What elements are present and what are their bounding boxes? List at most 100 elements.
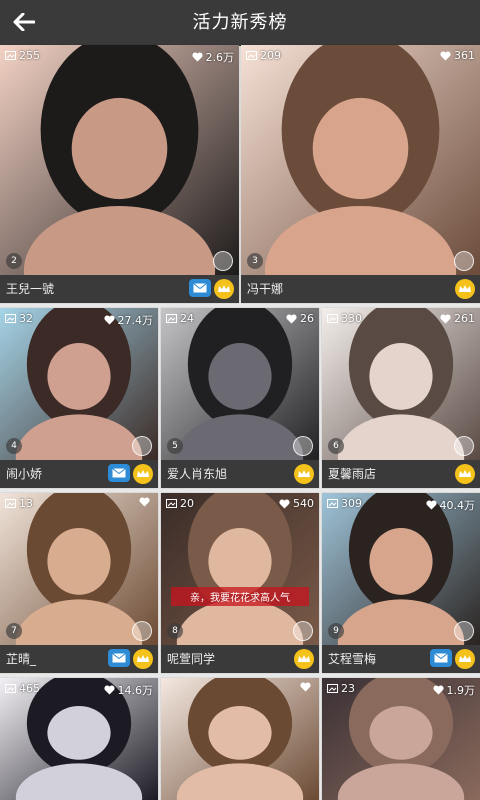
photo-count: 465 [5,682,40,695]
profile-photo [161,493,319,645]
photo-count-value: 309 [341,497,362,510]
profile-caption: 呢萱同学 [161,645,319,673]
profile-caption: 艾程雪梅 [322,645,480,673]
like-count-value: 14.6万 [117,684,154,697]
mail-icon[interactable] [189,279,211,297]
profile-card[interactable] [161,678,319,800]
photo-count: 309 [327,497,362,510]
like-count-value: 26 [300,312,314,325]
vip-crown-icon[interactable] [294,464,314,484]
profile-name: 王兒一號 [6,282,55,296]
profile-card[interactable]: 309 40.4万 9 艾程雪梅 [322,493,480,673]
crown-icon [293,621,313,641]
photo-count: 24 [166,312,194,325]
like-count [139,497,153,507]
crown-icon [454,436,474,456]
crown-icon [213,251,233,271]
heart-icon [103,315,115,325]
album-icon [166,499,177,508]
profile-card[interactable]: 209 361 3 冯干娜 [241,45,480,303]
photo-count: 209 [246,49,281,62]
profile-name: 艾程雪梅 [328,652,377,666]
album-icon [5,314,16,323]
page-title: 活力新秀榜 [192,12,288,33]
profile-caption: 闹小娇 [0,460,158,488]
photo-count-value: 13 [19,497,33,510]
like-count: 40.4万 [425,497,476,513]
like-count-value: 40.4万 [439,499,476,512]
heart-icon [139,497,150,507]
profile-caption: 芷晴_ [0,645,158,673]
profile-name: 冯干娜 [247,282,284,296]
profile-caption: 王兒一號 [0,275,239,303]
profile-card[interactable]: 24 26 5 爱人肖东旭 [161,308,319,488]
like-count: 1.9万 [432,682,476,698]
like-count: 14.6万 [103,682,154,698]
heart-icon [103,685,115,695]
crown-icon [132,621,152,641]
profile-photo [0,308,158,460]
album-icon [327,499,338,508]
heart-icon [440,50,451,60]
mail-icon[interactable] [108,649,130,667]
vip-crown-icon[interactable] [294,649,314,669]
like-count: 361 [440,49,475,62]
heart-icon [440,313,451,323]
like-count: 2.6万 [191,49,234,65]
profile-card[interactable]: 465 14.6万 [0,678,158,800]
rank-badge: 4 [6,438,22,454]
photo-count: 23 [327,682,355,695]
album-icon [5,51,16,60]
profile-card[interactable]: 13 7 芷晴_ [0,493,158,673]
profile-photo [161,678,319,800]
vip-crown-icon[interactable] [455,649,475,669]
heart-icon [300,682,311,692]
profile-card[interactable]: 20 540 8 呢萱同学 亲，我要花花求高人气 [161,493,319,673]
like-count-value: 1.9万 [446,684,476,697]
like-count [300,682,314,692]
vip-crown-icon[interactable] [133,649,153,669]
photo-count: 32 [5,312,33,325]
profile-card[interactable]: 330 261 6 夏馨雨店 [322,308,480,488]
like-count: 27.4万 [103,312,153,328]
profile-caption: 冯干娜 [241,275,480,303]
profile-name: 芷晴_ [6,652,37,666]
profile-caption: 夏馨雨店 [322,460,480,488]
heart-icon [432,685,444,695]
like-count: 26 [286,312,314,325]
rank-badge: 5 [167,438,183,454]
photo-count-value: 465 [19,682,40,695]
profile-card[interactable]: 23 1.9万 [322,678,480,800]
crown-icon [132,436,152,456]
overlay-banner: 亲，我要花花求高人气 [171,587,309,607]
profile-photo [161,308,319,460]
profile-name: 爱人肖东旭 [167,467,228,481]
profile-name: 闹小娇 [6,467,43,481]
album-icon [327,314,338,323]
rank-badge: 9 [328,623,344,639]
vip-crown-icon[interactable] [214,279,234,299]
crown-icon [293,436,313,456]
like-count-value: 261 [454,312,475,325]
photo-count: 20 [166,497,194,510]
profile-card[interactable]: 32 27.4万 4 闹小娇 [0,308,158,488]
profile-photo [241,45,480,275]
photo-count: 255 [5,49,40,62]
profile-photo [0,45,239,275]
mail-icon[interactable] [108,464,130,482]
vip-crown-icon[interactable] [455,464,475,484]
vip-crown-icon[interactable] [133,464,153,484]
vip-crown-icon[interactable] [455,279,475,299]
profile-name: 呢萱同学 [167,652,216,666]
rank-badge: 8 [167,623,183,639]
photo-count: 13 [5,497,33,510]
profile-card[interactable]: 255 2.6万 2 王兒一號 [0,45,239,303]
heart-icon [286,313,297,323]
like-count-value: 361 [454,49,475,62]
profile-photo [322,493,480,645]
crown-icon [454,621,474,641]
like-count: 261 [440,312,475,325]
crown-icon [454,251,474,271]
like-count-value: 540 [293,497,314,510]
mail-icon[interactable] [430,649,452,667]
